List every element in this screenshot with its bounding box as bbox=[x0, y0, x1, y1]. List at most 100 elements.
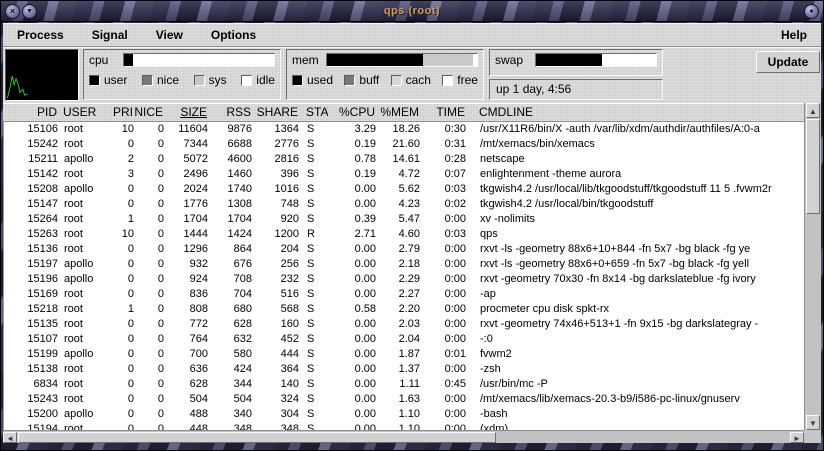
cell-cmdline: fvwm2 bbox=[466, 347, 804, 362]
cell-size: 628 bbox=[164, 377, 208, 392]
cell-mem: 2.20 bbox=[376, 302, 420, 317]
titlebar[interactable]: × ▼ qps (root) ● bbox=[1, 1, 823, 22]
cell-rss: 1740 bbox=[208, 182, 252, 197]
table-row[interactable]: 15106root1001160498761364S3.2918.260:30/… bbox=[4, 122, 804, 137]
table-row[interactable]: 15197apollo00932676256S0.002.180:00rxvt … bbox=[4, 257, 804, 272]
vertical-scrollbar[interactable]: ▲ ▼ bbox=[804, 103, 821, 430]
menu-options[interactable]: Options bbox=[211, 28, 256, 42]
cell-mem: 5.47 bbox=[376, 212, 420, 227]
cell-share: 1016 bbox=[252, 182, 299, 197]
column-header-time[interactable]: TIME bbox=[419, 104, 465, 121]
cell-user: root bbox=[58, 197, 108, 212]
table-row[interactable]: 15208apollo00202417401016S0.005.620:03tk… bbox=[4, 182, 804, 197]
cell-pri: 0 bbox=[108, 332, 134, 347]
table-row[interactable]: 15142root3024961460396S0.194.720:07enlig… bbox=[4, 167, 804, 182]
table-row[interactable]: 15194root00448348348S0.001.100:00(xdm) bbox=[4, 422, 804, 430]
cell-pid: 15135 bbox=[4, 317, 58, 332]
table-row[interactable]: 6834root00628344140S0.001.110:45/usr/bin… bbox=[4, 377, 804, 392]
table-row[interactable]: 15243root00504504324S0.001.630:00/mt/xem… bbox=[4, 392, 804, 407]
cell-user: root bbox=[58, 422, 108, 430]
table-row[interactable]: 15138root00636424364S0.001.370:00-zsh bbox=[4, 362, 804, 377]
table-row[interactable]: 15263root100144414241200R2.714.600:03qps bbox=[4, 227, 804, 242]
cell-pid: 15169 bbox=[4, 287, 58, 302]
scroll-down-icon[interactable]: ▼ bbox=[806, 415, 820, 430]
table-row[interactable]: 15211apollo20507246002816S0.7814.610:28n… bbox=[4, 152, 804, 167]
update-button[interactable]: Update bbox=[756, 51, 820, 73]
vertical-scroll-thumb[interactable] bbox=[806, 119, 820, 214]
cell-mem: 4.23 bbox=[376, 197, 420, 212]
legend-label: cach bbox=[406, 73, 431, 87]
cpu-group: cpu usernicesysidle bbox=[83, 49, 281, 100]
scroll-up-icon[interactable]: ▲ bbox=[806, 103, 820, 118]
menu-view[interactable]: View bbox=[156, 28, 183, 42]
menu-process[interactable]: Process bbox=[17, 28, 64, 42]
scroll-left-icon[interactable]: ◄ bbox=[3, 432, 17, 443]
legend-label: sys bbox=[209, 73, 227, 87]
column-header-nice[interactable]: NICE bbox=[133, 104, 163, 121]
cell-size: 1704 bbox=[164, 212, 208, 227]
table-row[interactable]: 15135root00772628160S0.002.030:00rxvt -g… bbox=[4, 317, 804, 332]
cell-size: 772 bbox=[164, 317, 208, 332]
cell-share: 364 bbox=[252, 362, 299, 377]
table-row[interactable]: 15147root0017761308748S0.004.230:02tkgwi… bbox=[4, 197, 804, 212]
cell-mem: 1.10 bbox=[376, 407, 420, 422]
cell-size: 924 bbox=[164, 272, 208, 287]
legend-buff: buff bbox=[344, 73, 379, 87]
column-header-rss[interactable]: RSS bbox=[207, 104, 251, 121]
column-header-share[interactable]: SHARE bbox=[251, 104, 298, 121]
table-row[interactable]: 15136root001296864204S0.002.790:00rxvt -… bbox=[4, 242, 804, 257]
cpu-load-graph-line bbox=[6, 50, 78, 100]
cell-time: 0:03 bbox=[420, 227, 466, 242]
cell-nice: 0 bbox=[134, 272, 164, 287]
table-row[interactable]: 15242root00734466882776S0.1921.600:31/mt… bbox=[4, 137, 804, 152]
cell-size: 2496 bbox=[164, 167, 208, 182]
cell-nice: 0 bbox=[134, 197, 164, 212]
cell-mem: 2.27 bbox=[376, 287, 420, 302]
user-swatch-icon bbox=[89, 75, 100, 86]
cell-pri: 1 bbox=[108, 212, 134, 227]
column-header-size[interactable]: SIZE bbox=[163, 104, 207, 121]
column-header-cmdline[interactable]: CMDLINE bbox=[465, 104, 804, 121]
table-row[interactable]: 15200apollo00488340304S0.001.100:00-bash bbox=[4, 407, 804, 422]
cell-rss: 4600 bbox=[208, 152, 252, 167]
cell-cpu: 0.00 bbox=[329, 272, 376, 287]
cell-mem: 18.26 bbox=[376, 122, 420, 137]
menu-help[interactable]: Help bbox=[781, 28, 807, 42]
cell-share: 444 bbox=[252, 347, 299, 362]
table-row[interactable]: 15264root1017041704920S0.395.470:00xv -n… bbox=[4, 212, 804, 227]
cell-time: 0:00 bbox=[420, 407, 466, 422]
cell-share: 396 bbox=[252, 167, 299, 182]
column-header-pri[interactable]: PRI bbox=[107, 104, 133, 121]
cell-size: 11604 bbox=[164, 122, 208, 137]
cell-mem: 21.60 bbox=[376, 137, 420, 152]
app-body: Process Signal View Options Help cpu use… bbox=[3, 23, 821, 443]
scroll-right-icon[interactable]: ► bbox=[790, 432, 804, 443]
cell-cpu: 0.00 bbox=[329, 422, 376, 430]
cell-pri: 10 bbox=[108, 122, 134, 137]
cell-cmdline: qps bbox=[466, 227, 804, 242]
horizontal-scroll-thumb[interactable] bbox=[18, 432, 496, 443]
table-row[interactable]: 15107root00764632452S0.002.040:00-:0 bbox=[4, 332, 804, 347]
column-header-user[interactable]: USER bbox=[57, 104, 107, 121]
cell-mem: 1.11 bbox=[376, 377, 420, 392]
cell-pri: 0 bbox=[108, 422, 134, 430]
column-header-cpu[interactable]: %CPU bbox=[328, 104, 375, 121]
column-header-mem[interactable]: %MEM bbox=[375, 104, 419, 121]
cell-cmdline: tkgwish4.2 /usr/local/bin/tkgoodstuff bbox=[466, 197, 804, 212]
cell-user: root bbox=[58, 212, 108, 227]
column-header-stat[interactable]: STAT bbox=[298, 104, 328, 121]
table-row[interactable]: 15169root00836704516S0.002.270:00-ap bbox=[4, 287, 804, 302]
menu-signal[interactable]: Signal bbox=[92, 28, 128, 42]
cell-cmdline: tkgwish4.2 /usr/local/lib/tkgoodstuff/tk… bbox=[466, 182, 804, 197]
horizontal-scrollbar[interactable]: ◄ ► bbox=[3, 430, 804, 443]
window-menu-icon[interactable]: ● bbox=[804, 4, 819, 19]
table-row[interactable]: 15196apollo00924708232S0.002.290:00rxvt … bbox=[4, 272, 804, 287]
cell-stat: S bbox=[299, 197, 329, 212]
cell-user: root bbox=[58, 167, 108, 182]
cell-share: 232 bbox=[252, 272, 299, 287]
cell-cmdline: enlightenment -theme aurora bbox=[466, 167, 804, 182]
table-row[interactable]: 15199apollo00700580444S0.001.870:01fvwm2 bbox=[4, 347, 804, 362]
legend-label: nice bbox=[157, 73, 179, 87]
table-row[interactable]: 15218root10808680568S0.582.200:00procmet… bbox=[4, 302, 804, 317]
column-header-pid[interactable]: PID bbox=[3, 104, 57, 121]
